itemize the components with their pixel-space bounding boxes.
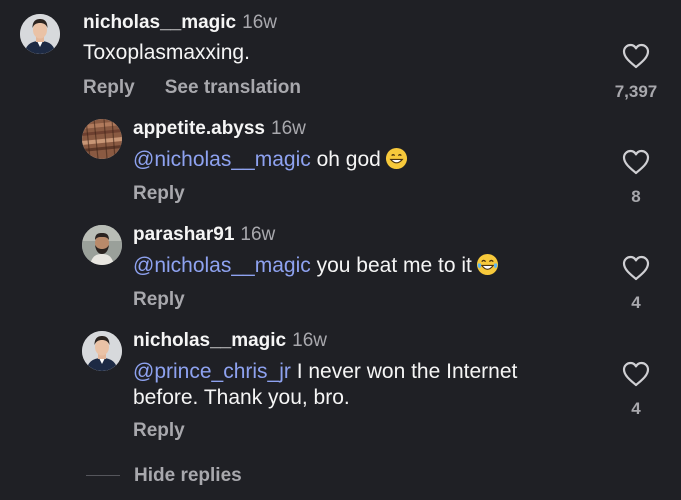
like-count: 7,397 bbox=[614, 82, 658, 101]
wood-texture-avatar-icon bbox=[82, 119, 122, 159]
username[interactable]: parashar91 bbox=[133, 224, 234, 245]
comment-text: @nicholas__magic oh god bbox=[133, 147, 593, 173]
comment-text: @nicholas__magic you beat me to it bbox=[133, 253, 593, 279]
tears-of-joy-emoji-icon bbox=[476, 253, 498, 276]
comment-actions: Reply bbox=[133, 289, 185, 311]
mention-link[interactable]: @nicholas__magic bbox=[133, 254, 311, 277]
bearded-man-avatar-icon bbox=[82, 225, 122, 265]
hide-replies-label: Hide replies bbox=[134, 465, 242, 486]
username[interactable]: nicholas__magic bbox=[83, 12, 236, 33]
reply-button[interactable]: Reply bbox=[133, 183, 185, 204]
reply-button[interactable]: Reply bbox=[133, 420, 185, 441]
hide-replies-button[interactable]: Hide replies bbox=[86, 465, 242, 487]
mention-link[interactable]: @nicholas__magic bbox=[133, 148, 311, 171]
avatar[interactable] bbox=[82, 331, 122, 371]
comment-header: parashar91 16w bbox=[133, 224, 275, 246]
timestamp: 16w bbox=[292, 330, 327, 351]
comment-text: Toxoplasmaxxing. bbox=[83, 40, 543, 66]
timestamp: 16w bbox=[242, 12, 277, 33]
heart-icon[interactable] bbox=[622, 43, 650, 69]
comment-header: appetite.abyss 16w bbox=[133, 118, 306, 140]
comment-header: nicholas__magic 16w bbox=[83, 12, 277, 34]
see-translation-button[interactable]: See translation bbox=[165, 77, 301, 98]
heart-icon[interactable] bbox=[622, 361, 650, 387]
comment-text: @prince_chris_jr I never won the Interne… bbox=[133, 359, 583, 411]
like-count: 8 bbox=[631, 187, 641, 206]
heart-icon[interactable] bbox=[622, 255, 650, 281]
comment-body: oh god bbox=[310, 148, 381, 171]
comment-body: you beat me to it bbox=[310, 254, 472, 277]
mention-link[interactable]: @prince_chris_jr bbox=[133, 360, 291, 383]
reply-button[interactable]: Reply bbox=[133, 289, 185, 310]
avatar[interactable] bbox=[82, 225, 122, 265]
username[interactable]: appetite.abyss bbox=[133, 118, 265, 139]
timestamp: 16w bbox=[271, 118, 306, 139]
person-in-suit-avatar-icon bbox=[20, 14, 60, 54]
username[interactable]: nicholas__magic bbox=[133, 330, 286, 351]
like-count: 4 bbox=[631, 293, 641, 312]
comment-actions: Reply bbox=[133, 420, 185, 442]
avatar[interactable] bbox=[82, 119, 122, 159]
comment-body: Toxoplasmaxxing. bbox=[83, 41, 250, 64]
like-count: 4 bbox=[631, 399, 641, 418]
grinning-face-emoji-icon bbox=[385, 147, 407, 170]
comment-actions: Reply bbox=[133, 183, 185, 205]
reply-button[interactable]: Reply bbox=[83, 77, 135, 98]
divider-line bbox=[86, 475, 120, 477]
avatar[interactable] bbox=[20, 14, 60, 54]
heart-icon[interactable] bbox=[622, 149, 650, 175]
timestamp: 16w bbox=[240, 224, 276, 245]
comment-actions: Reply See translation bbox=[83, 77, 301, 99]
person-in-suit-avatar-icon bbox=[82, 331, 122, 371]
comment-header: nicholas__magic 16w bbox=[133, 330, 327, 352]
